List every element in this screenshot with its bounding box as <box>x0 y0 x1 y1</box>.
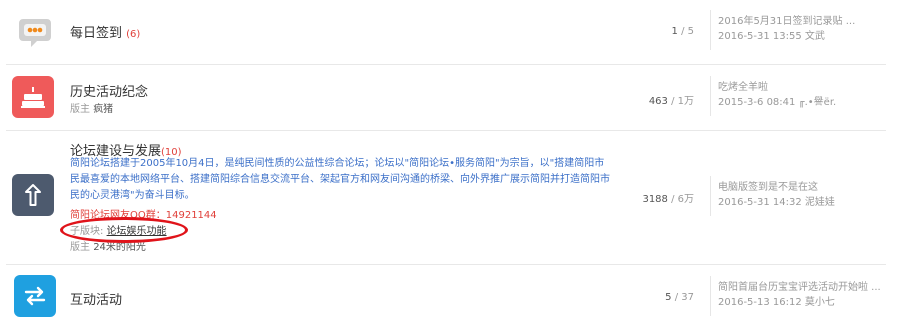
forum-stats: 1 / 5 <box>671 26 694 37</box>
last-post-title[interactable]: 吃烤全羊啦 <box>718 80 836 95</box>
last-post-title[interactable]: 2016年5月31日签到记录贴 ... <box>718 14 855 29</box>
last-post-meta: 2016-5-13 16:12 莫小七 <box>718 297 835 308</box>
divider <box>710 76 711 116</box>
forum-title[interactable]: 互动活动 <box>70 289 122 308</box>
last-post: 吃烤全羊啦 2015-3-6 08:41 ╓.•譽ёr. <box>718 80 836 110</box>
moderator-link[interactable]: 24米的阳光 <box>93 242 146 253</box>
last-post-meta: 2015-3-6 08:41 ╓.•譽ёr. <box>718 97 837 108</box>
annotation-circle <box>60 217 188 243</box>
forum-title[interactable]: 每日签到 (6) <box>70 22 140 41</box>
forum-row: 历史活动纪念 版主 疯猪 463 / 1万 吃烤全羊啦 2015-3-6 08:… <box>0 64 888 128</box>
moderator-link[interactable]: 疯猪 <box>93 104 113 115</box>
forum-row: 论坛建设与发展(10) 简阳论坛搭建于2005年10月4日，是纯民间性质的公益性… <box>0 130 888 262</box>
last-post-title[interactable]: 简阳首届台历宝宝评选活动开始啦 ... <box>718 280 881 295</box>
divider <box>710 276 711 316</box>
forum-icon[interactable] <box>14 275 56 317</box>
last-post-title[interactable]: 电脑版签到是不是在这 <box>718 180 835 195</box>
forum-stats: 3188 / 6万 <box>642 194 694 205</box>
forum-row: 每日签到 (6) 1 / 5 2016年5月31日签到记录贴 ... 2016-… <box>0 0 888 64</box>
forum-icon[interactable] <box>12 76 54 118</box>
forum-icon[interactable] <box>12 174 54 216</box>
last-post: 电脑版签到是不是在这 2016-5-31 14:32 泥娃娃 <box>718 180 835 210</box>
forum-description: 简阳论坛搭建于2005年10月4日，是纯民间性质的公益性综合论坛；论坛以"简阳论… <box>70 158 610 201</box>
chat-bubble-icon <box>19 19 51 47</box>
thread-count: (6) <box>126 29 141 40</box>
cake-icon <box>21 87 45 108</box>
forum-stats: 463 / 1万 <box>648 96 694 107</box>
exchange-arrows-icon <box>24 286 46 306</box>
last-post: 2016年5月31日签到记录贴 ... 2016-5-31 13:55 文武 <box>718 14 855 44</box>
forum-icon[interactable] <box>14 12 56 54</box>
divider <box>710 10 711 50</box>
moderator-line: 版主 疯猪 <box>70 104 114 115</box>
last-post: 简阳首届台历宝宝评选活动开始啦 ... 2016-5-13 16:12 莫小七 <box>718 280 881 310</box>
arrow-up-icon <box>25 184 41 206</box>
last-post-meta: 2016-5-31 13:55 文武 <box>718 31 825 42</box>
last-post-meta: 2016-5-31 14:32 泥娃娃 <box>718 197 835 208</box>
forum-stats: 5 / 37 <box>665 292 694 303</box>
divider <box>710 176 711 216</box>
forum-title[interactable]: 历史活动纪念 <box>70 81 148 100</box>
forum-row: 互动活动 5 / 37 简阳首届台历宝宝评选活动开始啦 ... 2016-5-1… <box>0 264 888 328</box>
